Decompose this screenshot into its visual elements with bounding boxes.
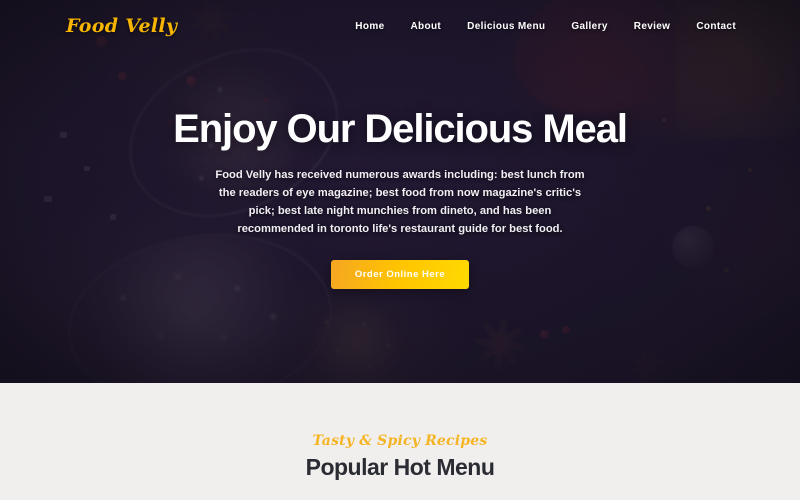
section-title: Popular Hot Menu xyxy=(305,454,495,480)
order-online-button[interactable]: Order Online Here xyxy=(330,260,470,290)
page-root: Food Velly Home About Delicious Menu Gal… xyxy=(0,0,800,500)
nav-item-contact[interactable]: Contact xyxy=(696,21,736,32)
section-eyebrow: Tasty & Spicy Recipes xyxy=(312,433,488,449)
nav-item-home[interactable]: Home xyxy=(355,21,384,32)
hero-paragraph: Food Velly has received numerous awards … xyxy=(215,168,585,236)
nav-item-review[interactable]: Review xyxy=(634,21,671,32)
nav-item-about[interactable]: About xyxy=(410,21,441,32)
popular-menu-section: Tasty & Spicy Recipes Popular Hot Menu xyxy=(0,383,800,500)
nav-item-gallery[interactable]: Gallery xyxy=(571,21,607,32)
site-logo[interactable]: Food Velly xyxy=(66,15,177,37)
hero-content: Enjoy Our Delicious Meal Food Velly has … xyxy=(0,0,800,383)
nav-item-delicious-menu[interactable]: Delicious Menu xyxy=(467,21,545,32)
hero-title: Enjoy Our Delicious Meal xyxy=(173,106,628,151)
main-navigation: Home About Delicious Menu Gallery Review… xyxy=(355,21,736,32)
site-header: Food Velly Home About Delicious Menu Gal… xyxy=(0,0,800,52)
hero-section: Food Velly Home About Delicious Menu Gal… xyxy=(0,0,800,383)
